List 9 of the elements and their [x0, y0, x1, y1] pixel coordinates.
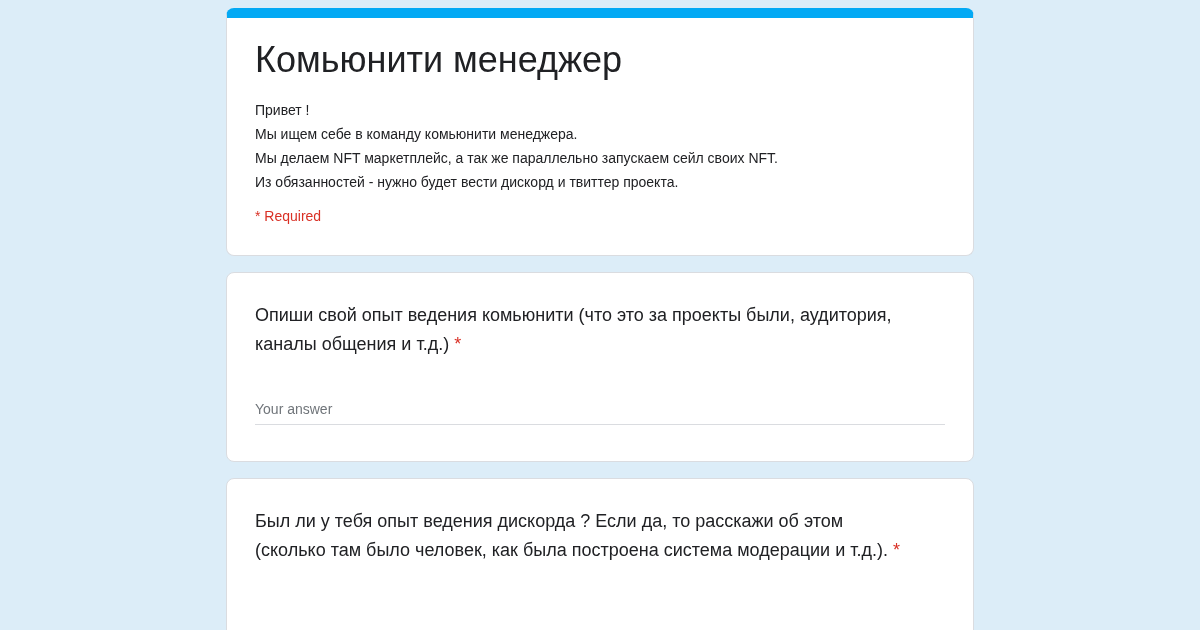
answer-field[interactable]: Your answer [255, 399, 945, 425]
required-note: * Required [255, 207, 323, 226]
form-title: Комьюнити менеджер [255, 38, 624, 82]
description-line: Мы делаем NFT маркетплейс, а так же параллельно запускаем сейл своих NFT. [255, 149, 779, 168]
question-text: Опиши свой опыт ведения комьюнити (что это за проекты были, аудитория, каналы общения и т.д.) * [255, 304, 893, 356]
description-line: Мы ищем себе в команду комьюнити менеджера. [255, 125, 579, 144]
question-text: Был ли у тебя опыт ведения дискорда ? Если да, то расскажи об этом (сколько там было человек, как была построена система модерации и т.д.). * [255, 510, 901, 562]
description-line: Привет ! [255, 101, 311, 120]
description-line: Из обязанностей - нужно будет вести дискорд и твиттер проекта. [255, 173, 680, 192]
